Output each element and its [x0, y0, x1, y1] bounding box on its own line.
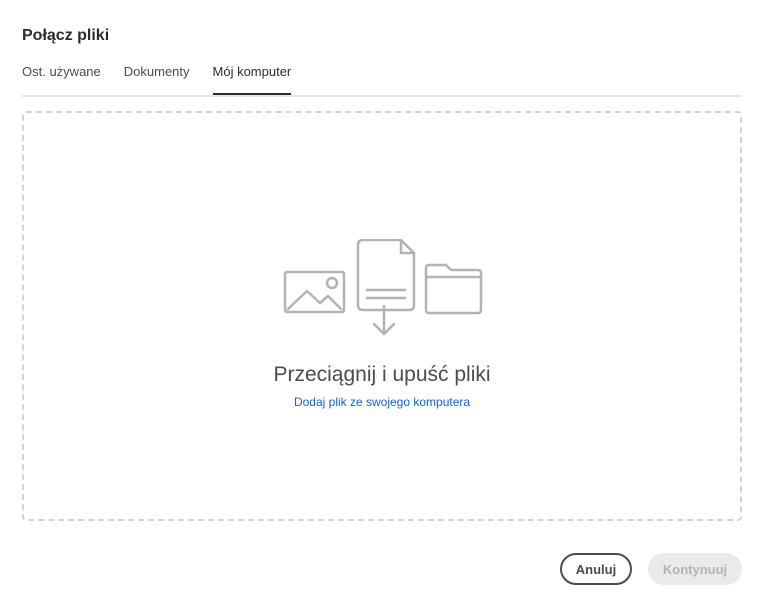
- cancel-button[interactable]: Anuluj: [560, 553, 632, 585]
- dropzone-title: Przeciągnij i upuść pliki: [273, 363, 491, 386]
- image-icon: [283, 270, 346, 314]
- tab-documents[interactable]: Dokumenty: [124, 62, 190, 93]
- dropzone-illustration: [283, 239, 483, 336]
- tab-bar: Ost. używane Dokumenty Mój komputer: [22, 62, 742, 97]
- add-file-link-label[interactable]: Dodaj plik ze swojego komputera: [294, 395, 470, 409]
- add-file-link[interactable]: Dodaj plik ze swojego komputera: [24, 395, 740, 409]
- folder-icon: [424, 263, 483, 315]
- document-download-icon: [356, 239, 416, 336]
- file-dropzone[interactable]: Przeciągnij i upuść pliki Dodaj plik ze …: [22, 111, 742, 521]
- tab-my-computer[interactable]: Mój komputer: [212, 62, 292, 95]
- continue-button[interactable]: Kontynuuj: [648, 553, 742, 585]
- dialog-title: Połącz pliki: [22, 27, 110, 44]
- tab-recent[interactable]: Ost. używane: [22, 62, 101, 93]
